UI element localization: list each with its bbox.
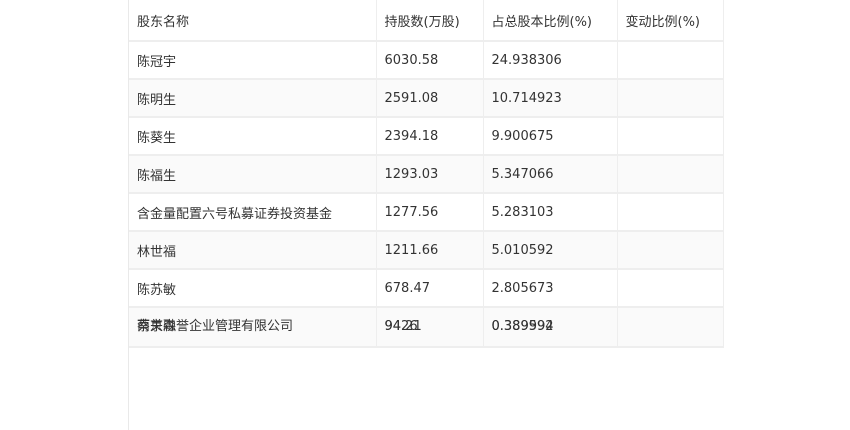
cell-shares: 6030.58	[376, 41, 484, 80]
content-area: 股东名称 持股数(万股) 占总股本比例(%) 变动比例(%) 陈冠宇 6030.…	[128, 0, 724, 430]
cell-shares: 1293.03	[376, 155, 484, 194]
table-row: 陈冠宇 6030.58 24.938306	[129, 41, 724, 80]
cell-shares: 1211.66	[376, 231, 484, 270]
table-row-overlapped: 蔡关森 南京融誉企业管理有限公司 94.21 9426 0.389592 0.3…	[129, 307, 724, 348]
cell-share-ratio: 5.010592	[483, 231, 618, 270]
cell-shareholder-name: 陈葵生	[129, 117, 377, 156]
table-row: 陈福生 1293.03 5.347066	[129, 155, 724, 194]
cell-shareholder-name-overlapped: 蔡关森 南京融誉企业管理有限公司	[129, 307, 377, 348]
cell-share-ratio: 5.347066	[483, 155, 618, 194]
table-row: 含金量配置六号私募证券投资基金 1277.56 5.283103	[129, 193, 724, 232]
cell-share-ratio-overlapped: 0.389592 0.389994	[483, 307, 618, 348]
table-row: 陈明生 2591.08 10.714923	[129, 79, 724, 118]
overlapped-name-b: 南京融誉企业管理有限公司	[137, 319, 294, 334]
cell-change-ratio	[617, 117, 724, 156]
cell-shares: 2591.08	[376, 79, 484, 118]
overlapped-shares-b: 9426	[384, 319, 418, 334]
table-row: 林世福 1211.66 5.010592	[129, 231, 724, 270]
table-row: 陈苏敏 678.47 2.805673	[129, 269, 724, 308]
cell-share-ratio: 10.714923	[483, 79, 618, 118]
cell-shares: 2394.18	[376, 117, 484, 156]
cell-share-ratio: 5.283103	[483, 193, 618, 232]
cell-change-ratio	[617, 41, 724, 80]
cell-change-ratio	[617, 231, 724, 270]
cell-shareholder-name: 林世福	[129, 231, 377, 270]
cell-shareholder-name: 陈明生	[129, 79, 377, 118]
cell-change-ratio	[617, 193, 724, 232]
cell-shareholder-name: 陈冠宇	[129, 41, 377, 80]
cell-shareholder-name: 含金量配置六号私募证券投资基金	[129, 193, 377, 232]
header-share-ratio: 占总股本比例(%)	[483, 0, 618, 42]
cell-change-ratio	[617, 269, 724, 308]
cell-share-ratio: 24.938306	[483, 41, 618, 80]
cell-share-ratio: 9.900675	[483, 117, 618, 156]
shareholder-table: 股东名称 持股数(万股) 占总股本比例(%) 变动比例(%) 陈冠宇 6030.…	[129, 0, 724, 348]
cell-shares: 678.47	[376, 269, 484, 308]
header-shares: 持股数(万股)	[376, 0, 484, 42]
cell-shareholder-name: 陈福生	[129, 155, 377, 194]
cell-change-ratio	[617, 155, 724, 194]
header-change-ratio: 变动比例(%)	[617, 0, 724, 42]
cell-share-ratio: 2.805673	[483, 269, 618, 308]
cell-shares: 1277.56	[376, 193, 484, 232]
overlapped-ratio-b: 0.389994	[491, 319, 554, 334]
cell-change-ratio	[617, 79, 724, 118]
table-row: 陈葵生 2394.18 9.900675	[129, 117, 724, 156]
cell-shares-overlapped: 94.21 9426	[376, 307, 484, 348]
table-header-row: 股东名称 持股数(万股) 占总股本比例(%) 变动比例(%)	[129, 0, 724, 42]
cell-shareholder-name: 陈苏敏	[129, 269, 377, 308]
cell-change-ratio	[617, 307, 724, 348]
header-shareholder-name: 股东名称	[129, 0, 377, 42]
